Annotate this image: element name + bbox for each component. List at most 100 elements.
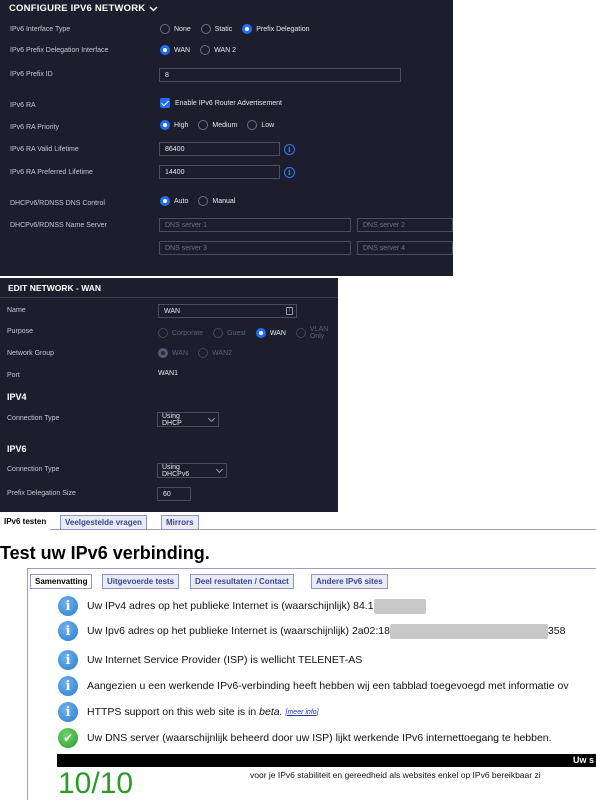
text-cursor-icon: ! (286, 307, 293, 315)
radio-circle-selected (160, 45, 170, 55)
radio-label: Medium (212, 121, 238, 129)
divider (0, 297, 338, 298)
radio-label: Prefix Delegation (256, 25, 310, 33)
configure-ipv6-panel: CONFIGURE IPV6 NETWORK IPv6 Interface Ty… (0, 0, 453, 276)
dns-server-3-input[interactable]: DNS server 3 (159, 241, 351, 255)
radio-circle-selected (158, 348, 168, 358)
radio-auto[interactable]: Auto (160, 196, 188, 206)
info-icon: i (58, 702, 78, 722)
result-text: Uw Internet Service Provider (ISP) is we… (87, 654, 363, 666)
dns-server-2-input[interactable]: DNS server 2 (357, 218, 453, 232)
ra-valid-input[interactable]: 86400 (159, 142, 280, 156)
radio-label: WAN (174, 46, 191, 54)
ipv4-connection-select[interactable]: Using DHCP (157, 412, 219, 427)
info-icon[interactable]: i (284, 167, 295, 178)
radio-static[interactable]: Static (200, 24, 233, 34)
radio-wan[interactable]: WAN (158, 348, 188, 358)
tab-samenvatting[interactable]: Samenvatting (30, 574, 93, 589)
result-row: i Aangezien u een werkende IPv6-verbindi… (58, 676, 569, 696)
network-group-label: Network Group (7, 350, 55, 357)
radio-label: Auto (174, 197, 189, 205)
port-value: WAN1 (158, 370, 178, 377)
ra-priority-label: IPv6 RA Priority (10, 124, 60, 131)
ipv4-connection-label: Connection Type (7, 415, 60, 422)
network-group-radio-group: WAN WAN2 (158, 348, 242, 358)
dns-server-1-input[interactable]: DNS server 1 (159, 218, 351, 232)
purpose-radio-group: Corporate Guest WAN VLAN Only (158, 326, 338, 340)
select-value: Using DHCPv6 (162, 463, 190, 478)
ra-preferred-input[interactable]: 14400 (159, 165, 280, 179)
radio-label: None (174, 25, 191, 33)
dns-control-label: DHCPv6/RDNSS DNS Control (10, 200, 105, 207)
panel-title: CONFIGURE IPV6 NETWORK (9, 3, 146, 14)
edit-network-panel: EDIT NETWORK - WAN Name WAN ! Purpose Co… (0, 278, 338, 512)
ipv6-connection-label: Connection Type (7, 466, 60, 473)
ipv4-heading: IPV4 (7, 392, 27, 402)
tab-uitgevoerde-tests[interactable]: Uitgevoerde tests (102, 574, 180, 589)
purpose-label: Purpose (7, 328, 34, 335)
radio-guest[interactable]: Guest (213, 328, 246, 338)
radio-high[interactable]: High (160, 120, 188, 130)
name-label: Name (7, 307, 26, 314)
radio-circle (200, 24, 211, 34)
tab-mirrors[interactable]: Mirrors (161, 515, 199, 530)
ra-label: IPv6 RA (10, 102, 36, 109)
radio-manual[interactable]: Manual (198, 196, 235, 206)
port-label: Port (7, 372, 20, 379)
radio-prefix-delegation[interactable]: Prefix Delegation (242, 24, 310, 34)
ra-checkbox[interactable]: Enable IPv6 Router Advertisement (160, 98, 282, 108)
ipv6-heading: IPV6 (7, 444, 27, 454)
chevron-down-icon (149, 6, 158, 11)
info-icon[interactable]: i (284, 144, 295, 155)
radio-circle (295, 328, 306, 338)
tab-veelgestelde-vragen[interactable]: Veelgestelde vragen (60, 515, 147, 530)
radio-wan[interactable]: WAN (160, 45, 190, 55)
chevron-down-icon (208, 414, 216, 422)
pd-size-input[interactable]: 60 (157, 487, 191, 501)
radio-circle (160, 24, 170, 34)
redacted-block (373, 598, 426, 614)
name-input[interactable]: WAN ! (158, 304, 297, 318)
prefix-id-input[interactable]: 8 (159, 68, 401, 82)
info-icon: i (58, 676, 78, 696)
result-text-suffix: 358 (547, 625, 566, 637)
radio-wan2[interactable]: WAN2 (198, 348, 232, 358)
site-tab-bar: IPv6 testen Veelgestelde vragen Mirrors (0, 514, 596, 530)
radio-none[interactable]: None (160, 24, 191, 34)
radio-circle (247, 120, 258, 130)
radio-corporate[interactable]: Corporate (158, 328, 203, 338)
page-title: Test uw IPv6 verbinding. (0, 543, 210, 563)
more-info-link[interactable]: [meer info] (286, 709, 319, 716)
tab-ipv6-testen[interactable]: IPv6 testen (0, 515, 51, 530)
select-value: Using DHCP (162, 412, 182, 427)
interface-type-radio-group: None Static Prefix Delegation (160, 24, 320, 34)
dns-server-4-input[interactable]: DNS server 4 (357, 241, 453, 255)
radio-medium[interactable]: Medium (198, 120, 237, 130)
dns-server-label: DHCPv6/RDNSS Name Server (10, 222, 107, 229)
radio-circle-selected (242, 24, 253, 34)
radio-vlan-only[interactable]: VLAN Only (295, 326, 329, 340)
result-row: i Uw IPv4 adres op het publieke Internet… (58, 596, 426, 616)
result-text: Aangezien u een werkende IPv6-verbinding… (87, 680, 569, 692)
result-text: Uw IPv4 adres op het publieke Internet i… (87, 600, 374, 612)
ipv6-connection-select[interactable]: Using DHCPv6 (157, 463, 227, 478)
radio-circle (213, 328, 224, 338)
tab-andere-ipv6-sites[interactable]: Andere IPv6 sites (311, 574, 388, 589)
tab-deel-resultaten[interactable]: Deel resultaten / Contact (190, 574, 294, 589)
radio-circle (198, 196, 209, 206)
radio-label: Static (214, 25, 233, 33)
result-row: i HTTPS support on this web site is in b… (58, 702, 319, 722)
score-footnote: voor je IPv6 stabiliteit en gereedheid a… (250, 770, 541, 780)
radio-wan[interactable]: WAN (255, 328, 286, 338)
radio-label: WAN (172, 349, 189, 357)
radio-circle (198, 348, 209, 358)
configure-ipv6-header[interactable]: CONFIGURE IPV6 NETWORK (9, 3, 158, 14)
panel-title: EDIT NETWORK - WAN (8, 283, 102, 293)
score-value: 10/10 (58, 767, 134, 800)
radio-wan2[interactable]: WAN 2 (200, 45, 236, 55)
name-value: WAN (164, 308, 181, 315)
radio-label: Low (261, 121, 275, 129)
radio-low[interactable]: Low (247, 120, 274, 130)
check-icon: ✔ (58, 728, 78, 748)
radio-label: VLAN Only (309, 326, 329, 340)
